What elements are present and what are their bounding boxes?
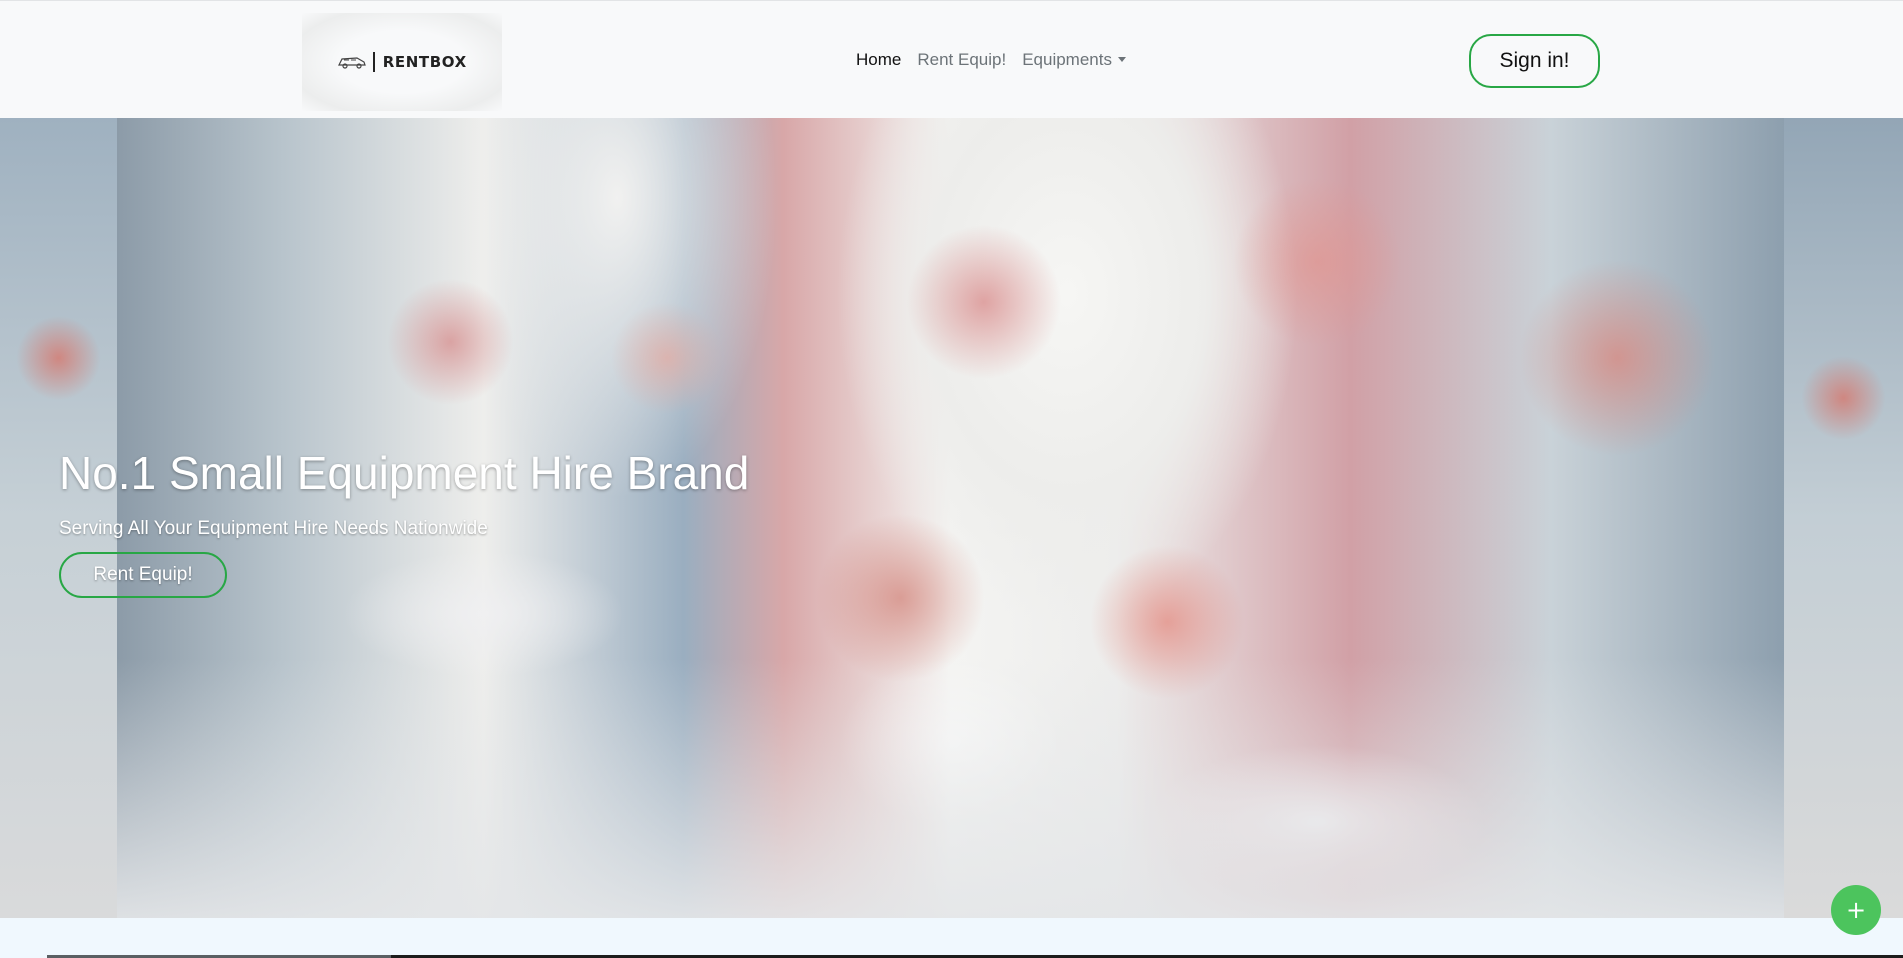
navbar: RENTBOX Home Rent Equip! Equipments Sign… (0, 0, 1903, 118)
sign-in-button[interactable]: Sign in! (1469, 34, 1600, 88)
hero-subtitle: Serving All Your Equipment Hire Needs Na… (59, 518, 488, 539)
nav-rent-equip-link[interactable]: Rent Equip! (917, 50, 1006, 70)
chevron-down-icon (1117, 57, 1126, 63)
car-outline-icon (338, 57, 367, 69)
nav-equipments-label: Equipments (1022, 50, 1112, 69)
nav-equipments-dropdown[interactable]: Equipments (1022, 50, 1126, 70)
brand-logo: RENTBOX (337, 52, 467, 72)
main-nav: Home Rent Equip! Equipments (856, 50, 1126, 70)
hero-title: No.1 Small Equipment Hire Brand (59, 447, 750, 499)
logo-divider (373, 52, 375, 72)
hero-slide-next-image (1784, 118, 1903, 918)
hero-rent-equip-button[interactable]: Rent Equip! (59, 552, 227, 598)
brand-name: RENTBOX (382, 53, 467, 71)
logo-link[interactable]: RENTBOX (302, 13, 502, 111)
hero-banner: No.1 Small Equipment Hire Brand Serving … (0, 118, 1903, 918)
nav-home-link[interactable]: Home (856, 50, 901, 70)
plus-icon[interactable]: + (1831, 885, 1881, 935)
